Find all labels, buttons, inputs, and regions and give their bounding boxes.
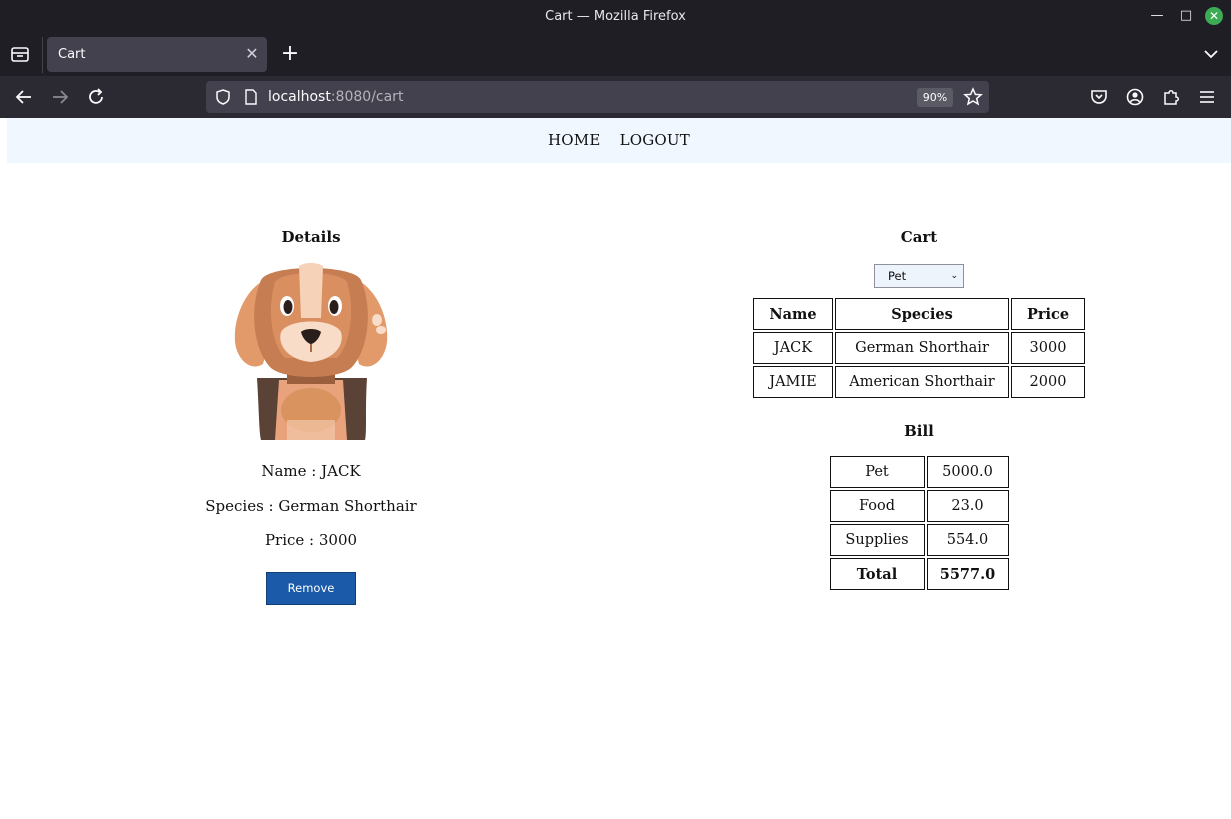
cell-species: German Shorthair bbox=[835, 332, 1009, 364]
cell-price: 2000 bbox=[1011, 366, 1085, 398]
url-host: localhost bbox=[268, 89, 331, 105]
window-titlebar: Cart — Mozilla Firefox — □ ✕ bbox=[0, 0, 1231, 33]
cart-panel: Cart Pet ⌄ Name Species Price JACK Germa… bbox=[719, 228, 1119, 592]
account-icon[interactable] bbox=[1125, 87, 1145, 107]
address-bar[interactable]: localhost:8080/cart 90% bbox=[206, 81, 989, 113]
firefox-view-icon[interactable] bbox=[10, 45, 30, 63]
cart-table: Name Species Price JACK German Shorthair… bbox=[751, 296, 1087, 400]
column-header-price: Price bbox=[1011, 298, 1085, 330]
site-navbar: HOME LOGOUT bbox=[7, 118, 1231, 163]
bill-table: Pet 5000.0 Food 23.0 Supplies 554.0 Tota… bbox=[828, 454, 1011, 592]
bill-value: 23.0 bbox=[926, 490, 1009, 522]
bill-row: Supplies 554.0 bbox=[829, 524, 1009, 556]
bill-heading: Bill bbox=[904, 422, 934, 440]
column-header-species: Species bbox=[835, 298, 1009, 330]
bill-value: 5000.0 bbox=[926, 456, 1009, 488]
bill-total-row: Total 5577.0 bbox=[829, 558, 1009, 590]
remove-button[interactable]: Remove bbox=[266, 572, 356, 605]
forward-arrow-icon[interactable] bbox=[49, 86, 71, 108]
bill-total-value: 5577.0 bbox=[926, 558, 1009, 590]
pet-name-text: Name : JACK bbox=[261, 462, 361, 480]
reload-icon[interactable] bbox=[85, 86, 107, 108]
bill-label: Food bbox=[829, 490, 925, 522]
bill-value: 554.0 bbox=[926, 524, 1009, 556]
url-path: :8080/cart bbox=[330, 89, 404, 105]
minimize-icon[interactable]: — bbox=[1148, 7, 1166, 25]
cell-name: JAMIE bbox=[753, 366, 833, 398]
pet-price-text: Price : 3000 bbox=[264, 531, 358, 549]
back-arrow-icon[interactable] bbox=[13, 86, 35, 108]
cart-table-header-row: Name Species Price bbox=[753, 298, 1085, 330]
nav-home-link[interactable]: HOME bbox=[548, 131, 601, 149]
close-window-icon[interactable]: ✕ bbox=[1205, 7, 1223, 25]
tracking-protection-shield-icon[interactable] bbox=[214, 88, 232, 106]
details-panel: Details Name: JACK Species: German Sho… bbox=[111, 228, 511, 605]
bill-label: Supplies bbox=[829, 524, 925, 556]
bill-row: Food 23.0 bbox=[829, 490, 1009, 522]
category-select[interactable]: Pet ⌄ bbox=[874, 264, 964, 288]
chevron-down-icon: ⌄ bbox=[950, 271, 958, 281]
url-text[interactable]: localhost:8080/cart bbox=[268, 89, 403, 105]
zoom-level-badge[interactable]: 90% bbox=[917, 88, 953, 107]
column-header-name: Name bbox=[753, 298, 833, 330]
tab-label: Cart bbox=[58, 47, 86, 62]
bill-total-label: Total bbox=[829, 558, 925, 590]
bookmark-star-icon[interactable] bbox=[963, 87, 983, 107]
list-all-tabs-icon[interactable] bbox=[1202, 45, 1220, 63]
beagle-dog-image bbox=[234, 263, 388, 440]
table-row[interactable]: JACK German Shorthair 3000 bbox=[753, 332, 1085, 364]
navigation-toolbar: localhost:8080/cart 90% bbox=[0, 76, 1231, 118]
details-heading: Details bbox=[281, 228, 341, 246]
bill-row: Pet 5000.0 bbox=[829, 456, 1009, 488]
page-info-icon[interactable] bbox=[243, 89, 259, 105]
pet-species-text: Species : German Shorthair bbox=[205, 497, 417, 515]
tab-cart[interactable]: Cart ✕ bbox=[47, 37, 267, 72]
category-select-value: Pet bbox=[888, 269, 907, 283]
cell-name: JACK bbox=[753, 332, 833, 364]
hamburger-menu-icon[interactable] bbox=[1197, 87, 1217, 107]
tab-close-icon[interactable]: ✕ bbox=[243, 44, 261, 64]
nav-logout-link[interactable]: LOGOUT bbox=[620, 131, 690, 149]
cart-heading: Cart bbox=[900, 228, 938, 246]
tab-separator bbox=[42, 37, 43, 73]
table-row[interactable]: JAMIE American Shorthair 2000 bbox=[753, 366, 1085, 398]
cell-species: American Shorthair bbox=[835, 366, 1009, 398]
extensions-puzzle-icon[interactable] bbox=[1161, 87, 1181, 107]
new-tab-icon[interactable]: + bbox=[279, 42, 301, 66]
tab-bar: Cart ✕ + bbox=[0, 33, 1231, 76]
page-content: HOME LOGOUT Details Name: JACK Species … bbox=[0, 118, 1231, 819]
pocket-icon[interactable] bbox=[1089, 87, 1109, 107]
maximize-icon[interactable]: □ bbox=[1177, 7, 1195, 25]
cell-price: 3000 bbox=[1011, 332, 1085, 364]
bill-label: Pet bbox=[829, 456, 925, 488]
window-title: Cart — Mozilla Firefox bbox=[545, 9, 686, 24]
